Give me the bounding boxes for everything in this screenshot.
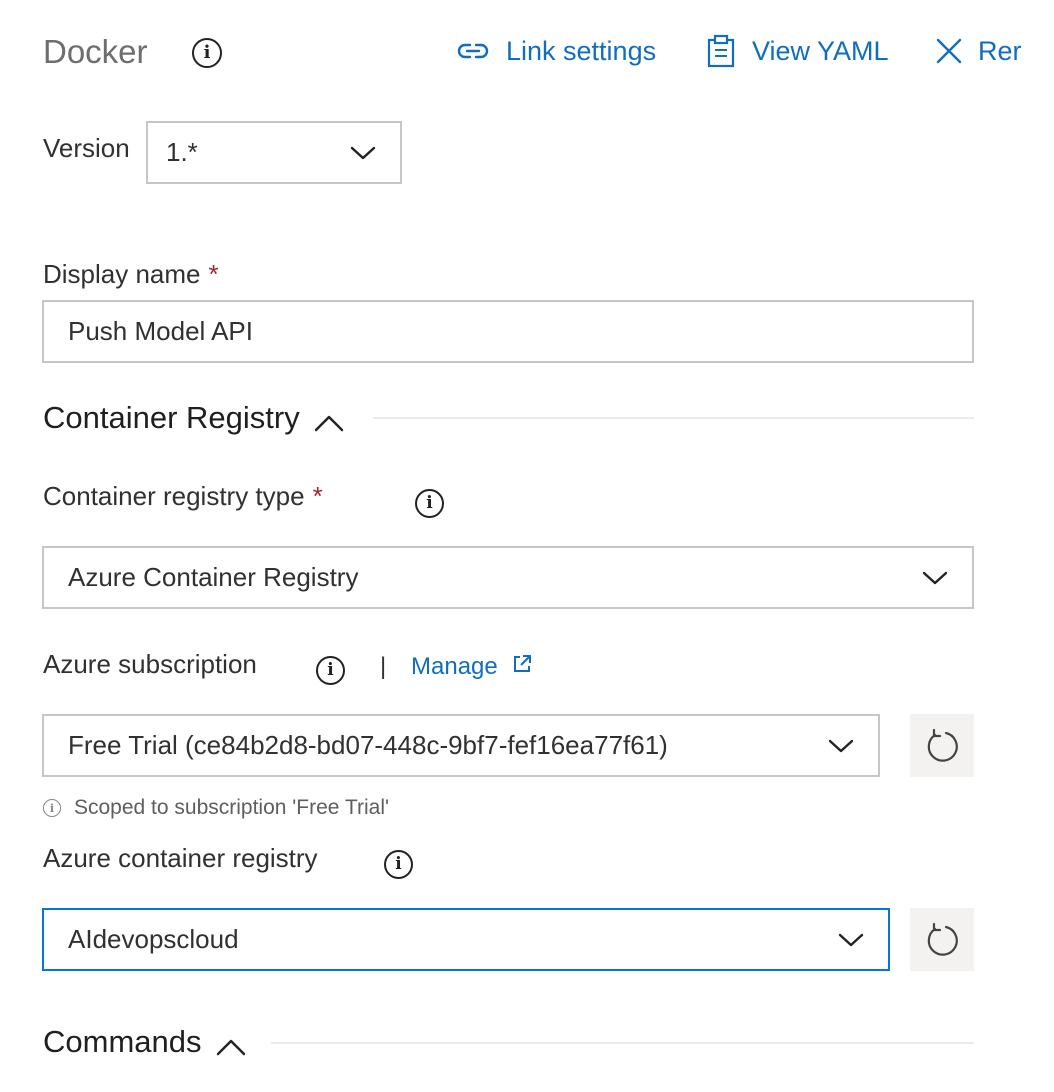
required-marker: * <box>312 481 323 511</box>
container-registry-info-icon[interactable]: i <box>384 850 413 879</box>
link-settings-button[interactable]: Link settings <box>456 32 656 70</box>
chevron-up-icon <box>314 415 343 432</box>
display-name-input[interactable]: Push Model API <box>42 300 974 363</box>
manage-link-label: Manage <box>411 653 498 680</box>
remove-task-label: Rer <box>978 35 1022 66</box>
chevron-down-icon <box>922 571 948 584</box>
subscription-value: Free Trial (ce84b2d8-bd07-448c-9bf7-fef1… <box>68 730 668 760</box>
refresh-registry-button[interactable] <box>910 908 974 971</box>
registry-type-info-icon[interactable]: i <box>415 489 444 518</box>
info-icon: i <box>43 799 61 817</box>
chevron-down-icon <box>828 739 854 752</box>
commands-section-title: Commands <box>43 1024 202 1059</box>
subscription-label: Azure subscription <box>43 649 257 679</box>
version-select[interactable]: 1.* <box>146 121 402 184</box>
task-title-text: Docker <box>43 33 148 70</box>
registry-type-label-text: Container registry type <box>43 481 305 511</box>
chevron-down-icon <box>350 146 376 159</box>
version-label: Version <box>43 133 130 163</box>
version-value: 1.* <box>166 137 198 167</box>
link-settings-label: Link settings <box>506 35 657 66</box>
external-link-icon <box>513 655 531 672</box>
commands-section-header[interactable]: Commands <box>43 1020 246 1064</box>
subscription-select[interactable]: Free Trial (ce84b2d8-bd07-448c-9bf7-fef1… <box>42 714 880 777</box>
chevron-up-icon <box>216 1039 245 1056</box>
subscription-hint: i Scoped to subscription 'Free Trial' <box>43 795 389 821</box>
separator: | <box>380 653 387 680</box>
container-registry-value: AIdevopscloud <box>68 924 239 954</box>
task-info-icon[interactable]: i <box>192 38 222 68</box>
container-registry-section-header[interactable]: Container Registry <box>43 396 344 440</box>
required-marker: * <box>208 259 219 289</box>
registry-type-value: Azure Container Registry <box>68 562 359 592</box>
remove-task-button[interactable]: Rer <box>936 32 1022 70</box>
view-yaml-label: View YAML <box>752 35 889 66</box>
chevron-down-icon <box>838 933 864 946</box>
refresh-icon <box>927 922 958 956</box>
registry-type-label: Container registry type * <box>43 481 323 512</box>
registry-type-select[interactable]: Azure Container Registry <box>42 546 974 609</box>
refresh-icon <box>927 728 958 762</box>
task-title: Docker <box>43 30 148 74</box>
container-registry-label: Azure container registry <box>43 843 318 873</box>
subscription-hint-text: Scoped to subscription 'Free Trial' <box>74 796 389 819</box>
subscription-info-icon[interactable]: i <box>316 656 345 685</box>
display-name-value: Push Model API <box>68 316 253 346</box>
close-icon <box>936 38 962 64</box>
view-yaml-button[interactable]: View YAML <box>706 32 889 70</box>
section-divider <box>271 1042 974 1044</box>
container-registry-select[interactable]: AIdevopscloud <box>42 908 890 971</box>
display-name-label: Display name * <box>43 259 219 290</box>
clipboard-icon <box>707 34 735 68</box>
manage-link[interactable]: Manage <box>411 652 532 682</box>
link-icon <box>457 43 489 59</box>
display-name-label-text: Display name <box>43 259 201 289</box>
container-registry-section-title: Container Registry <box>43 400 300 435</box>
refresh-subscription-button[interactable] <box>910 714 974 777</box>
section-divider <box>373 417 974 419</box>
